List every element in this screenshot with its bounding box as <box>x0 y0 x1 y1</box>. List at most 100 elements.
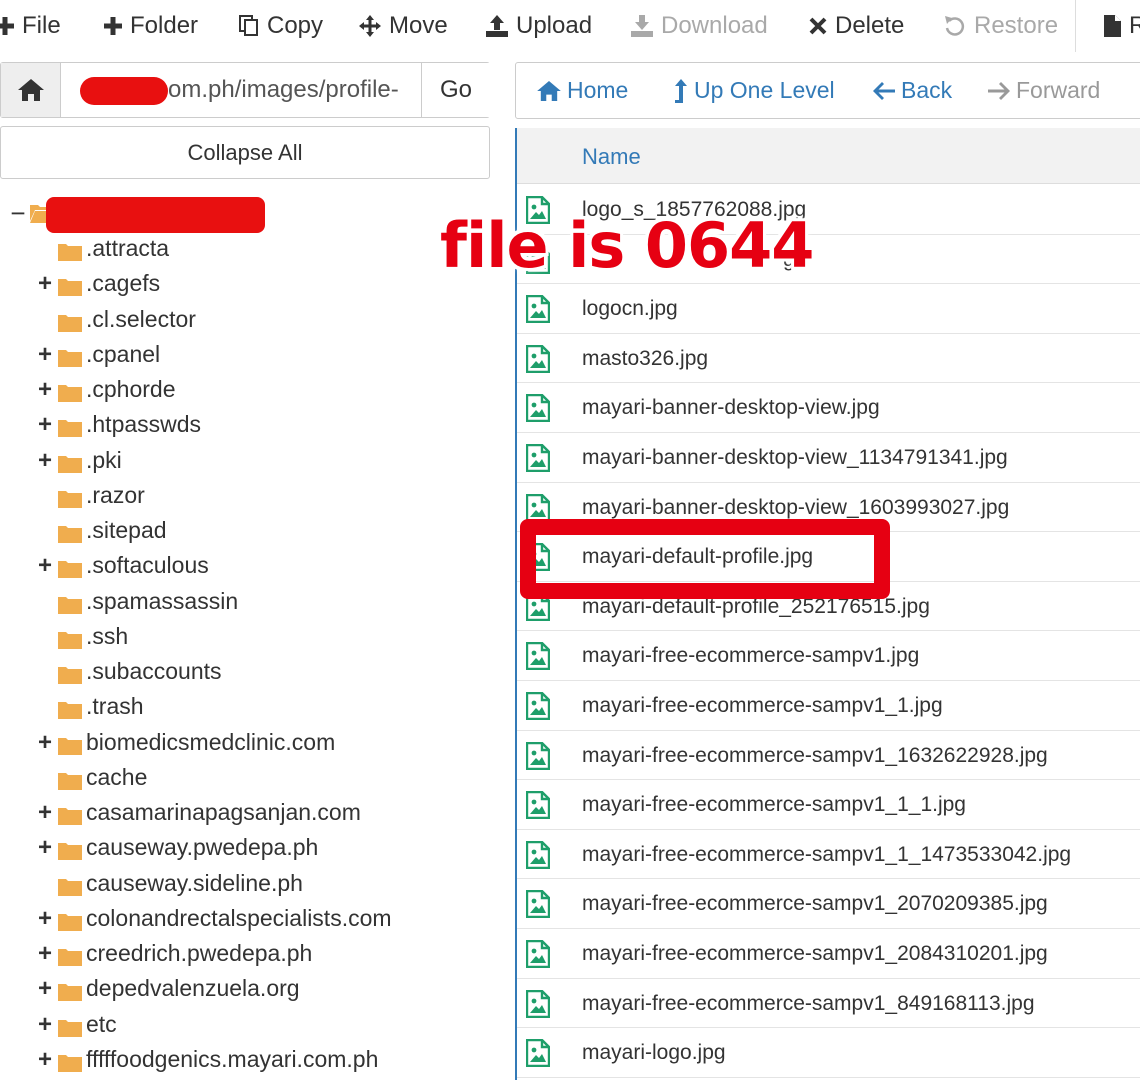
folder-icon <box>58 416 82 443</box>
image-file-icon <box>525 939 551 974</box>
tree-item-label: .pki <box>86 446 122 473</box>
folder-icon <box>58 769 82 796</box>
folder-icon <box>58 240 82 267</box>
file-row[interactable]: mayari-free-ecommerce-sampv1_1_1.jpg <box>517 780 1140 830</box>
folder-icon <box>58 628 82 655</box>
up-one-level-button[interactable]: Up One Level <box>674 63 835 118</box>
go-button[interactable]: Go <box>421 63 490 117</box>
expand-icon[interactable]: + <box>36 266 54 301</box>
file-name: mayari-free-ecommerce-sampv1_2070209385.… <box>582 892 1048 916</box>
restore-button[interactable]: Restore <box>944 8 1058 44</box>
tree-item-label: .htpasswds <box>86 411 202 438</box>
folder-icon <box>58 1051 82 1078</box>
forward-button[interactable]: Forward <box>988 63 1100 118</box>
folder-icon <box>58 275 82 302</box>
image-file-icon <box>525 691 551 726</box>
file-row[interactable]: mayari-free-ecommerce-sampv1.jpg <box>517 631 1140 681</box>
file-row[interactable]: masto326.jpg <box>517 333 1140 384</box>
toolbar: File Folder Copy Move Upload Download De… <box>0 0 1140 52</box>
tree-item-label: .trash <box>86 693 144 720</box>
rename-button[interactable]: R <box>1104 8 1140 44</box>
file-row[interactable]: mayari-logo.jpg <box>517 1028 1140 1078</box>
file-row[interactable]: logocn.jpg <box>517 284 1140 334</box>
file-row[interactable]: mayari-free-ecommerce-sampv1_2070209385.… <box>517 879 1140 929</box>
level-up-icon <box>675 78 687 103</box>
tree-item-label: depedvalenzuela.org <box>86 975 300 1002</box>
expand-icon[interactable]: + <box>36 1007 54 1042</box>
file-name: mayari-free-ecommerce-sampv1_1_1.jpg <box>582 793 966 817</box>
folder-icon <box>58 734 82 761</box>
file-row[interactable]: mayari-free-ecommerce-sampv1_1_147353304… <box>517 829 1140 880</box>
redaction-mark <box>46 197 265 233</box>
image-file-icon <box>525 642 551 676</box>
tree-item-label: .spamassassin <box>86 587 239 614</box>
name-column-header[interactable]: Name <box>582 128 641 186</box>
folder-icon <box>58 663 82 690</box>
folder-icon <box>58 452 82 479</box>
new-folder-button[interactable]: Folder <box>104 8 198 44</box>
folder-icon <box>58 346 82 373</box>
delete-button[interactable]: Delete <box>809 8 904 44</box>
file-name: mayari-free-ecommerce-sampv1_1_147353304… <box>582 842 1072 866</box>
back-button[interactable]: Back <box>873 63 952 118</box>
copy-button[interactable]: Copy <box>239 8 323 44</box>
toolbar-divider <box>1075 0 1076 52</box>
file-row[interactable]: mayari-banner-desktop-view_1134791341.jp… <box>517 433 1140 483</box>
upload-label: Upload <box>516 12 593 39</box>
arrow-left-icon <box>873 81 895 100</box>
file-name: mayari-banner-desktop-view.jpg <box>582 396 880 420</box>
upload-icon <box>486 15 508 37</box>
expand-icon[interactable]: + <box>36 971 54 1006</box>
file-row[interactable]: mayari-banner-desktop-view.jpg <box>517 383 1140 433</box>
folder-icon <box>58 945 82 972</box>
expand-icon[interactable]: + <box>36 830 54 865</box>
folder-icon <box>58 875 82 902</box>
home-icon <box>17 79 44 101</box>
undo-icon <box>945 16 965 36</box>
home-directory-button[interactable] <box>1 63 61 117</box>
folder-icon <box>58 980 82 1007</box>
tree-item-label: causeway.sideline.ph <box>86 869 303 896</box>
file-row[interactable]: mayari-free-ecommerce-sampv1_2084310201.… <box>517 929 1140 979</box>
image-file-icon <box>525 344 551 379</box>
image-file-icon <box>525 840 551 875</box>
expand-icon[interactable]: + <box>36 548 54 583</box>
expand-icon[interactable]: + <box>36 443 54 478</box>
file-row[interactable]: mayari-free-ecommerce-sampv1_849168113.j… <box>517 978 1140 1029</box>
file-name: mayari-free-ecommerce-sampv1_1632622928.… <box>582 743 1048 767</box>
file-name: logocn.jpg <box>582 297 678 321</box>
directory-tree: − .attracta + .cagefs .cl.selector + .cpanel +… <box>0 196 505 1080</box>
folder-icon <box>58 593 82 620</box>
folder-icon <box>58 381 82 408</box>
upload-button[interactable]: Upload <box>486 8 592 44</box>
expand-icon[interactable]: + <box>36 1042 54 1077</box>
expand-icon[interactable]: + <box>36 936 54 971</box>
file-row[interactable]: mayari-free-ecommerce-sampv1_1632622928.… <box>517 730 1140 781</box>
tree-item-label: .softaculous <box>86 552 209 579</box>
tree-item-label: .subaccounts <box>86 658 222 684</box>
folder-icon <box>58 698 82 725</box>
annotation-highlight-box <box>520 519 890 599</box>
expand-icon[interactable]: + <box>36 337 54 372</box>
expand-icon[interactable]: + <box>36 795 54 830</box>
collapse-all-button[interactable]: Collapse All <box>0 126 490 179</box>
redaction-mark <box>80 77 168 105</box>
expand-icon[interactable]: + <box>36 407 54 442</box>
copy-icon <box>239 15 258 36</box>
tree-item-label: causeway.pwedepa.ph <box>86 834 319 861</box>
image-file-icon <box>525 443 551 478</box>
expand-icon[interactable]: + <box>36 901 54 936</box>
new-file-button[interactable]: File <box>0 8 61 44</box>
download-icon <box>631 15 653 37</box>
collapse-toggle-icon[interactable]: − <box>8 198 28 228</box>
image-file-icon <box>525 1038 551 1073</box>
nav-home-button[interactable]: Home <box>537 63 628 118</box>
move-icon <box>359 15 381 37</box>
download-button[interactable]: Download <box>631 8 768 44</box>
expand-icon[interactable]: + <box>36 372 54 407</box>
new-folder-label: Folder <box>130 12 199 39</box>
move-button[interactable]: Move <box>359 8 448 44</box>
file-row[interactable]: mayari-free-ecommerce-sampv1_1.jpg <box>517 681 1140 731</box>
file-list-header: Name <box>517 128 1140 184</box>
expand-icon[interactable]: + <box>36 725 54 760</box>
